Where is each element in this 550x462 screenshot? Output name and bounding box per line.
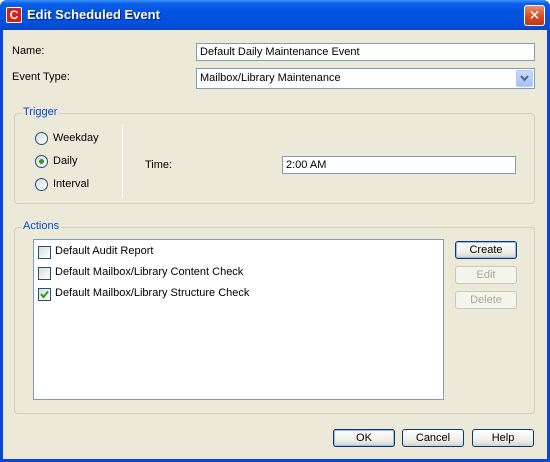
action-checkbox-structure-check[interactable] (38, 288, 51, 301)
action-label-structure-check: Default Mailbox/Library Structure Check (55, 287, 250, 299)
action-checkbox-audit-report[interactable] (38, 246, 51, 259)
help-button[interactable]: Help (472, 429, 534, 447)
trigger-group: Trigger Weekday Daily Interval Time: 2:0… (14, 106, 535, 204)
action-checkbox-content-check[interactable] (38, 267, 51, 280)
trigger-group-title: Trigger (21, 106, 60, 118)
trigger-divider (122, 124, 123, 198)
radio-daily[interactable] (35, 155, 48, 168)
create-button[interactable]: Create (455, 241, 517, 259)
window-title: Edit Scheduled Event (27, 7, 160, 22)
cancel-button[interactable]: Cancel (402, 429, 464, 447)
name-label: Name: (12, 45, 45, 57)
action-label-audit-report: Default Audit Report (55, 245, 154, 257)
title-bar[interactable]: C Edit Scheduled Event ✕ (0, 0, 550, 30)
time-input[interactable]: 2:00 AM (282, 156, 516, 174)
dialog-body: Name: Default Daily Maintenance Event Ev… (3, 30, 547, 459)
action-label-content-check: Default Mailbox/Library Content Check (55, 266, 244, 278)
delete-button[interactable]: Delete (455, 291, 517, 309)
event-type-value: Mailbox/Library Maintenance (200, 72, 341, 84)
dialog-window: C Edit Scheduled Event ✕ Name: Default D… (0, 0, 550, 462)
radio-interval-label: Interval (53, 178, 90, 190)
name-input[interactable]: Default Daily Maintenance Event (196, 43, 535, 61)
ok-button[interactable]: OK (333, 429, 395, 447)
chevron-down-icon[interactable] (516, 70, 533, 87)
event-type-label: Event Type: (12, 71, 70, 83)
checkmark-icon (40, 290, 49, 299)
edit-button[interactable]: Edit (455, 266, 517, 284)
radio-daily-label: Daily (53, 155, 78, 167)
actions-list[interactable]: Default Audit Report Default Mailbox/Lib… (33, 239, 444, 400)
radio-interval[interactable] (35, 178, 48, 191)
actions-group-title: Actions (21, 220, 62, 232)
app-logo-icon: C (6, 7, 22, 23)
actions-group: Actions Default Audit Report Default Mai… (14, 220, 535, 414)
radio-weekday[interactable] (35, 132, 48, 145)
radio-weekday-label: Weekday (53, 132, 99, 144)
time-label: Time: (145, 159, 173, 171)
event-type-select[interactable]: Mailbox/Library Maintenance (196, 68, 535, 89)
close-button[interactable]: ✕ (524, 5, 545, 26)
